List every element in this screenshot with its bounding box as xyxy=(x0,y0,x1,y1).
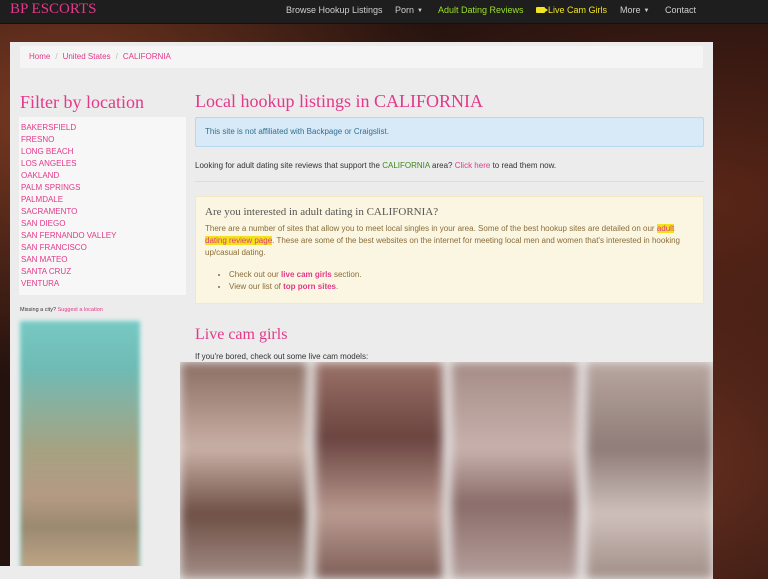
live-cam-subtitle: If you're bored, check out some live cam… xyxy=(195,352,369,361)
breadcrumb-separator: / xyxy=(115,52,118,61)
reviews-prefix: Looking for adult dating site reviews th… xyxy=(195,161,380,170)
breadcrumb-state[interactable]: CALIFORNIA xyxy=(123,52,171,61)
location-link[interactable]: VENTURA xyxy=(21,278,186,290)
nav-porn-dropdown[interactable]: Porn ▼ xyxy=(395,5,423,15)
dating-info-panel: Are you interested in adult dating in CA… xyxy=(195,196,704,304)
bullet-1-prefix: Check out our xyxy=(229,270,279,279)
live-cam-section-title: Live cam girls xyxy=(195,326,288,343)
suggest-location-link[interactable]: Suggest a location xyxy=(58,307,103,313)
breadcrumb: Home / United States / CALIFORNIA xyxy=(20,46,703,68)
missing-city-note: Missing a city? Suggest a location xyxy=(20,307,103,313)
content-container: Home / United States / CALIFORNIA Filter by … xyxy=(10,42,713,579)
reviews-suffix: to read them now. xyxy=(492,161,557,170)
bottom-strip xyxy=(0,566,155,579)
location-link[interactable]: LOS ANGELES xyxy=(21,158,186,170)
location-list: BAKERSFIELD FRESNO LONG BEACH LOS ANGELE… xyxy=(19,117,186,290)
bullet-2-suffix: . xyxy=(336,282,339,291)
missing-city-text: Missing a city? xyxy=(20,307,57,313)
cam-model-thumbnail[interactable] xyxy=(315,362,443,579)
panel-text-1: There are a number of sites that allow y… xyxy=(205,224,655,233)
bullet-item: Check out our live cam girls section. xyxy=(229,269,694,281)
divider xyxy=(195,181,704,182)
nav-more-dropdown[interactable]: More ▼ xyxy=(620,5,649,15)
nav-more-label: More xyxy=(620,5,641,15)
breadcrumb-country[interactable]: United States xyxy=(63,52,111,61)
location-link[interactable]: BAKERSFIELD xyxy=(21,122,186,134)
nav-adult-dating-reviews[interactable]: Adult Dating Reviews xyxy=(438,5,524,15)
cam-model-thumbnail[interactable] xyxy=(585,362,713,579)
nav-live-cam-label: Live Cam Girls xyxy=(548,5,608,15)
top-porn-sites-link[interactable]: top porn sites xyxy=(283,282,336,291)
bullet-2-prefix: View our list of xyxy=(229,282,281,291)
location-link[interactable]: PALMDALE xyxy=(21,194,186,206)
sidebar-title: Filter by location xyxy=(20,92,144,112)
panel-bullet-list: Check out our live cam girls section. Vi… xyxy=(229,269,694,293)
brand-logo[interactable]: BP ESCORTS xyxy=(10,1,97,18)
breadcrumb-home[interactable]: Home xyxy=(29,52,50,61)
reviews-mid: area? xyxy=(432,161,453,170)
location-link[interactable]: PALM SPRINGS xyxy=(21,182,186,194)
location-link[interactable]: SAN MATEO xyxy=(21,254,186,266)
panel-text: There are a number of sites that allow y… xyxy=(205,223,694,259)
panel-text-2: . These are some of the best websites on… xyxy=(205,236,680,257)
sidebar-ad-image[interactable] xyxy=(20,321,140,579)
page-title: Local hookup listings in CALIFORNIA xyxy=(195,91,483,111)
location-link[interactable]: SAN FRANCISCO xyxy=(21,242,186,254)
cam-model-thumbnail[interactable] xyxy=(180,362,308,579)
cam-model-grid xyxy=(180,362,713,579)
location-panel: BAKERSFIELD FRESNO LONG BEACH LOS ANGELE… xyxy=(19,117,186,295)
live-cam-girls-link[interactable]: live cam girls xyxy=(281,270,332,279)
reviews-state: CALIFORNIA xyxy=(382,161,430,170)
nav-live-cam-girls[interactable]: Live Cam Girls xyxy=(536,5,607,15)
bullet-item: View our list of top porn sites. xyxy=(229,281,694,293)
location-link[interactable]: SACRAMENTO xyxy=(21,206,186,218)
location-link[interactable]: OAKLAND xyxy=(21,170,186,182)
bullet-1-suffix: section. xyxy=(333,270,362,279)
location-link[interactable]: SAN DIEGO xyxy=(21,218,186,230)
panel-heading: Are you interested in adult dating in CA… xyxy=(205,206,439,218)
chevron-down-icon: ▼ xyxy=(417,7,423,14)
location-link[interactable]: SAN FERNANDO VALLEY xyxy=(21,230,186,242)
video-camera-icon xyxy=(536,7,548,13)
nav-contact[interactable]: Contact xyxy=(665,5,696,15)
location-link[interactable]: FRESNO xyxy=(21,134,186,146)
chevron-down-icon: ▼ xyxy=(643,7,650,14)
top-navbar: BP ESCORTS Browse Hookup Listings Porn ▼ … xyxy=(0,0,768,24)
nav-porn-label: Porn xyxy=(395,5,415,15)
breadcrumb-separator: / xyxy=(55,52,58,61)
location-link[interactable]: SANTA CRUZ xyxy=(21,266,186,278)
cam-model-thumbnail[interactable] xyxy=(450,362,578,579)
info-alert: This site is not affiliated with Backpag… xyxy=(195,117,704,147)
location-link[interactable]: LONG BEACH xyxy=(21,146,186,158)
reviews-line: Looking for adult dating site reviews th… xyxy=(195,161,556,170)
reviews-click-here-link[interactable]: Click here xyxy=(455,161,491,170)
nav-browse-listings[interactable]: Browse Hookup Listings xyxy=(286,5,383,15)
